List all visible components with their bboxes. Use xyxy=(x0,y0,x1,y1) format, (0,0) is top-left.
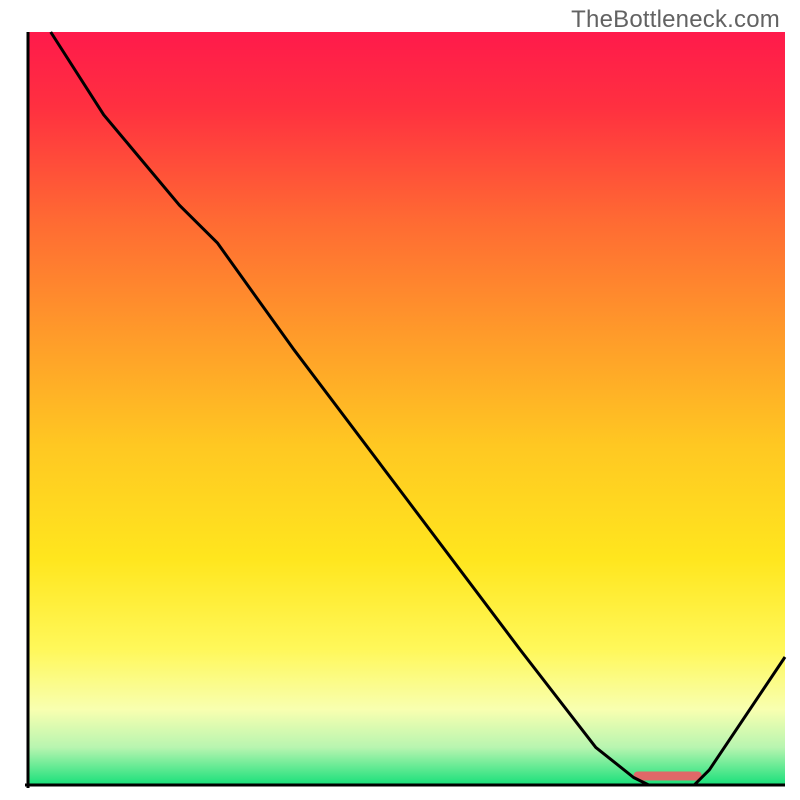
chart-canvas xyxy=(0,0,800,800)
optimal-range-marker xyxy=(634,771,702,780)
plot-background xyxy=(28,32,785,785)
chart-frame: TheBottleneck.com xyxy=(0,0,800,800)
